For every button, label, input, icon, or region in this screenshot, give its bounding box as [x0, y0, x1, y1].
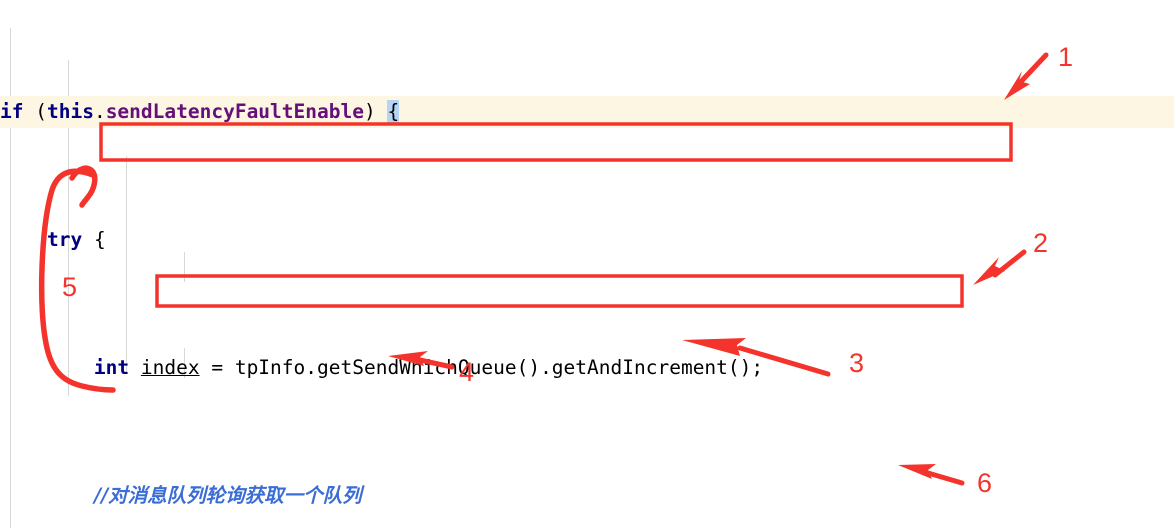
- code-line-1[interactable]: if (this.sendLatencyFaultEnable) {: [0, 96, 1174, 128]
- code-line-2[interactable]: try {: [0, 224, 1174, 256]
- code-line-3[interactable]: int index = tpInfo.getSendWhichQueue().g…: [0, 352, 1174, 384]
- code-editor[interactable]: if (this.sendLatencyFaultEnable) { try {…: [0, 0, 1174, 528]
- code-line-4[interactable]: //对消息队列轮询获取一个队列: [0, 480, 1174, 512]
- code-screenshot: if (this.sendLatencyFaultEnable) { try {…: [0, 0, 1174, 528]
